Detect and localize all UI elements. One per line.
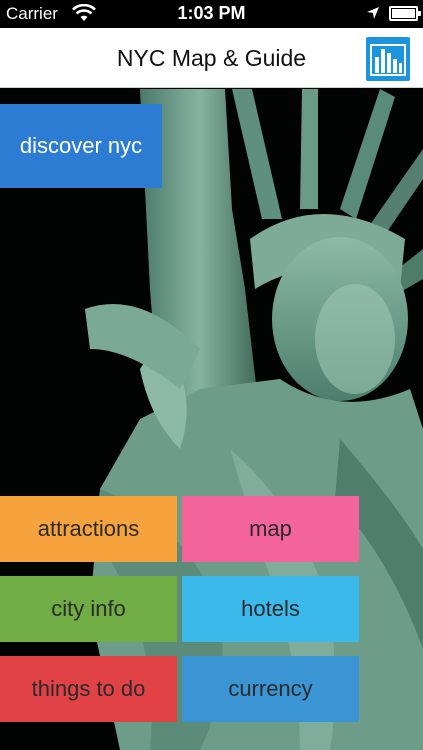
things-to-do-label: things to do bbox=[31, 676, 146, 701]
stats-button[interactable] bbox=[366, 37, 410, 81]
hero-background bbox=[0, 89, 423, 750]
attractions-tile[interactable]: attractions bbox=[0, 496, 177, 562]
city-info-tile[interactable]: city info bbox=[0, 576, 177, 642]
currency-label: currency bbox=[228, 676, 313, 701]
statue-of-liberty-image bbox=[85, 89, 423, 750]
battery-icon bbox=[389, 6, 421, 21]
hotels-tile[interactable]: hotels bbox=[182, 576, 359, 642]
hotels-label: hotels bbox=[241, 596, 300, 621]
attractions-label: attractions bbox=[37, 516, 140, 541]
wifi-icon bbox=[72, 4, 96, 21]
carrier-label: Carrier bbox=[6, 4, 58, 23]
page-title: NYC Map & Guide bbox=[116, 45, 307, 71]
status-bar: Carrier 1:03 PM bbox=[0, 0, 423, 28]
location-arrow-icon bbox=[367, 7, 379, 19]
discover-nyc-tile[interactable]: discover nyc bbox=[0, 104, 162, 188]
currency-tile[interactable]: currency bbox=[182, 656, 359, 722]
bar-chart-icon bbox=[370, 44, 406, 76]
navigation-bar: NYC Map & Guide bbox=[0, 28, 423, 88]
clock: 1:03 PM bbox=[177, 3, 246, 23]
map-tile[interactable]: map bbox=[182, 496, 359, 562]
city-info-label: city info bbox=[51, 596, 126, 621]
things-to-do-tile[interactable]: things to do bbox=[0, 656, 177, 722]
map-label: map bbox=[249, 516, 292, 541]
discover-nyc-label: discover nyc bbox=[19, 133, 143, 158]
